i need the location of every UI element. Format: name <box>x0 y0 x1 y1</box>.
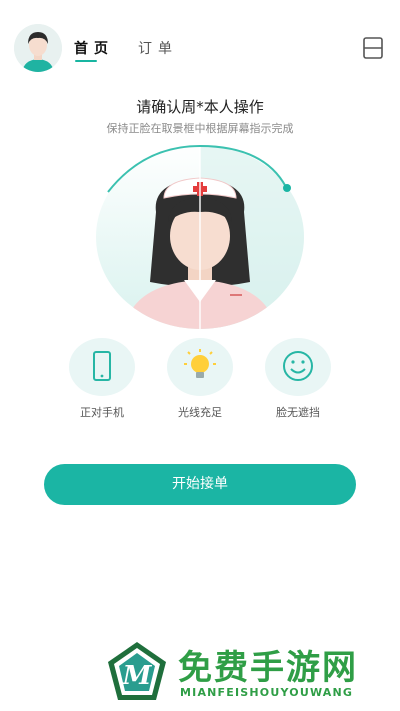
tip-icon-circle <box>69 338 135 396</box>
verification-title: 请确认周*本人操作 <box>136 98 264 116</box>
phone-icon <box>93 351 111 381</box>
watermark-title: 免费手游网 <box>178 648 358 688</box>
nurse-face-illustration <box>96 144 304 329</box>
watermark-logo: M <box>104 640 170 706</box>
tip-label: 脸无遮挡 <box>276 406 320 419</box>
active-tab-indicator <box>75 60 97 62</box>
tip-icon-circle <box>167 338 233 396</box>
start-accepting-orders-button[interactable]: 开始接单 <box>44 464 356 505</box>
verification-subtitle: 保持正脸在取景框中根据屏幕指示完成 <box>106 122 294 135</box>
scan-button[interactable] <box>362 36 384 60</box>
lightbulb-icon <box>184 349 216 378</box>
tab-home[interactable]: 首页 <box>74 38 114 58</box>
watermark-m-logo-icon: M <box>108 642 166 700</box>
face-capture-frame <box>94 142 306 332</box>
tip-label: 正对手机 <box>80 406 124 419</box>
tip-face-phone: 正对手机 <box>62 338 142 420</box>
tip-good-light: 光线充足 <box>160 338 240 420</box>
top-header: 首页 订单 <box>0 0 400 96</box>
watermark-subtitle: MIANFEISHOUYOUWANG <box>180 686 354 699</box>
avatar[interactable] <box>14 24 62 72</box>
tip-label: 光线充足 <box>178 406 222 419</box>
smile-icon <box>283 351 313 381</box>
scan-icon <box>363 37 383 59</box>
tab-orders[interactable]: 订单 <box>138 38 178 58</box>
tip-icon-circle <box>265 338 331 396</box>
tip-face-unobstructed: 脸无遮挡 <box>258 338 338 420</box>
watermark-logo-letter: M <box>122 661 153 691</box>
user-avatar-icon <box>14 24 62 72</box>
